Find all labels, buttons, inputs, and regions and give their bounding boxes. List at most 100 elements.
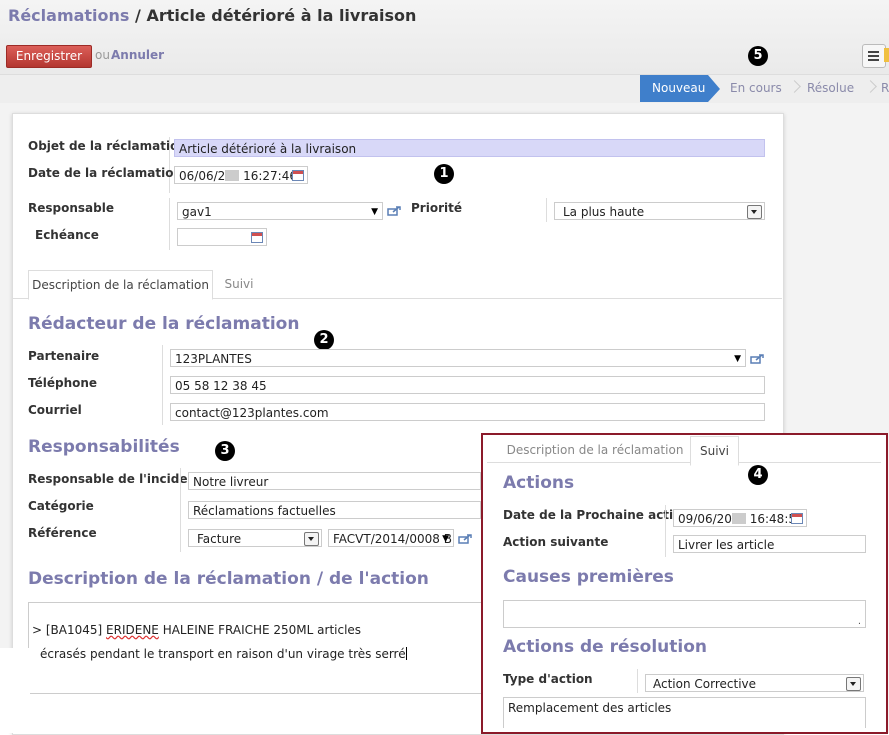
calendar-icon[interactable] xyxy=(791,513,803,524)
date-value-end: 16:27:46 xyxy=(243,169,297,183)
extra-menu-edge[interactable] xyxy=(884,48,889,62)
divider xyxy=(180,468,181,552)
callout-5-badge: 5 xyxy=(748,46,768,66)
priority-select[interactable]: La plus haute xyxy=(554,202,765,220)
author-section-title: Rédacteur de la réclamation xyxy=(28,314,300,334)
reference-label: Référence xyxy=(28,526,97,540)
divider xyxy=(546,198,547,222)
stage-arrow xyxy=(708,75,720,102)
reference-value: FACVT/2014/0008 B xyxy=(333,532,452,546)
stage-new[interactable]: Nouveau xyxy=(640,75,708,102)
action-type-label: Type d'action xyxy=(503,672,593,686)
divider xyxy=(169,198,170,250)
phone-label: Téléphone xyxy=(28,376,98,390)
next-date-start: 09/06/20 xyxy=(678,512,732,526)
caret-down-icon: ▼ xyxy=(734,354,741,364)
root-causes-textarea[interactable]: . xyxy=(503,600,866,628)
responsible-value: gav1 xyxy=(182,205,212,219)
priority-label: Priorité xyxy=(411,201,462,215)
callout-2-badge: 2 xyxy=(314,330,334,350)
callout-1-badge: 1 xyxy=(434,164,454,184)
responsible-label: Responsable xyxy=(28,201,114,215)
email-input[interactable]: contact@123plantes.com xyxy=(170,403,765,421)
incident-responsible-label: Responsable de l'incident xyxy=(28,472,202,486)
incident-responsible-input[interactable]: Notre livreur xyxy=(188,472,481,490)
description-rest: HALEINE FRAICHE 250ML articles xyxy=(158,623,362,637)
dropdown-arrow-icon xyxy=(846,677,861,691)
stage-in-progress[interactable]: En cours xyxy=(730,75,782,102)
divider xyxy=(665,505,666,557)
partner-label: Partenaire xyxy=(28,349,100,363)
resize-handle: . xyxy=(857,616,861,627)
dropdown-arrow-icon xyxy=(747,205,762,219)
calendar-icon[interactable] xyxy=(251,232,263,243)
reference-type-value: Facture xyxy=(197,532,242,546)
category-input[interactable]: Réclamations factuelles xyxy=(188,501,481,519)
inset-tab-followup[interactable]: Suivi xyxy=(690,436,739,466)
page-edge xyxy=(0,648,30,733)
phone-input[interactable]: 05 58 12 38 45 xyxy=(170,376,765,394)
deadline-label: Echéance xyxy=(35,228,99,242)
calendar-icon[interactable] xyxy=(292,170,304,181)
action-type-select[interactable]: Action Corrective xyxy=(645,674,864,692)
divider xyxy=(162,345,163,425)
partner-select[interactable]: 123PLANTES ▼ xyxy=(170,349,746,367)
stage-rejected[interactable]: R xyxy=(881,75,889,102)
text-cursor xyxy=(405,647,407,660)
divider xyxy=(169,137,170,193)
callout-4-badge: 4 xyxy=(748,465,768,485)
caret-down-icon: ▼ xyxy=(371,207,378,217)
date-value-start: 06/06/2 xyxy=(179,169,226,183)
reference-select[interactable]: FACVT/2014/0008 B ▼ xyxy=(328,529,454,547)
next-action-input[interactable]: Livrer les article xyxy=(673,535,866,553)
description-prefix: > [BA1045] xyxy=(32,623,107,637)
partner-value: 123PLANTES xyxy=(175,352,252,366)
callout-3-badge: 3 xyxy=(215,441,235,461)
redacted-digits xyxy=(731,513,746,524)
resolution-textarea[interactable]: Remplacement des articles xyxy=(503,697,866,728)
breadcrumb-separator: / xyxy=(129,6,147,25)
save-button[interactable]: Enregistrer xyxy=(6,45,92,68)
cancel-link[interactable]: Annuler xyxy=(111,48,164,62)
next-date-input[interactable]: 09/06/20 16:48:58 xyxy=(673,509,807,527)
responsibilities-section-title: Responsabilités xyxy=(28,437,180,457)
dropdown-arrow-icon xyxy=(304,532,319,546)
date-input[interactable]: 06/06/2 16:27:46 xyxy=(174,166,308,184)
object-label: Objet de la réclamation xyxy=(28,139,187,153)
breadcrumb-parent-link[interactable]: Réclamations xyxy=(8,6,129,25)
stage-resolved[interactable]: Résolue xyxy=(807,75,854,102)
actions-title: Actions xyxy=(503,473,575,493)
root-causes-title: Causes premières xyxy=(503,567,674,587)
inset-tab-description[interactable]: Description de la réclamation xyxy=(505,436,685,464)
description-line-2-text: écrasés pendant le transport en raison d… xyxy=(40,647,406,661)
object-input[interactable]: Article détérioré à la livraison xyxy=(174,139,765,157)
description-line-2: écrasés pendant le transport en raison d… xyxy=(40,647,407,661)
priority-value: La plus haute xyxy=(563,205,645,219)
resolution-title: Actions de résolution xyxy=(503,637,707,657)
redacted-digits xyxy=(225,170,240,181)
tab-description[interactable]: Description de la réclamation xyxy=(28,270,213,300)
view-menu-button[interactable] xyxy=(862,44,886,68)
external-link-icon[interactable] xyxy=(458,534,472,544)
resolution-text: Remplacement des articles xyxy=(508,701,672,715)
description-section-title: Description de la réclamation / de l'act… xyxy=(28,569,429,589)
responsible-select[interactable]: gav1 ▼ xyxy=(177,202,383,220)
action-type-value: Action Corrective xyxy=(653,677,757,691)
divider xyxy=(637,669,638,693)
external-link-icon[interactable] xyxy=(387,206,401,216)
caret-down-icon: ▼ xyxy=(442,534,449,544)
tab-followup[interactable]: Suivi xyxy=(215,270,263,298)
email-label: Courriel xyxy=(28,403,82,417)
next-action-label: Action suivante xyxy=(503,535,609,549)
breadcrumb: Réclamations / Article détérioré à la li… xyxy=(8,6,416,25)
deadline-input[interactable] xyxy=(177,228,267,246)
category-label: Catégorie xyxy=(28,499,94,513)
reference-type-select[interactable]: Facture xyxy=(188,529,322,547)
description-line-1: > [BA1045] ERIDENE HALEINE FRAICHE 250ML… xyxy=(32,623,361,637)
next-date-label: Date de la Prochaine action xyxy=(503,508,690,522)
date-label: Date de la réclamation xyxy=(28,166,183,180)
external-link-icon[interactable] xyxy=(750,354,764,364)
breadcrumb-current: Article détérioré à la livraison xyxy=(146,6,417,25)
misspelled-word: ERIDENE xyxy=(106,623,159,637)
or-label: ou xyxy=(95,48,110,62)
